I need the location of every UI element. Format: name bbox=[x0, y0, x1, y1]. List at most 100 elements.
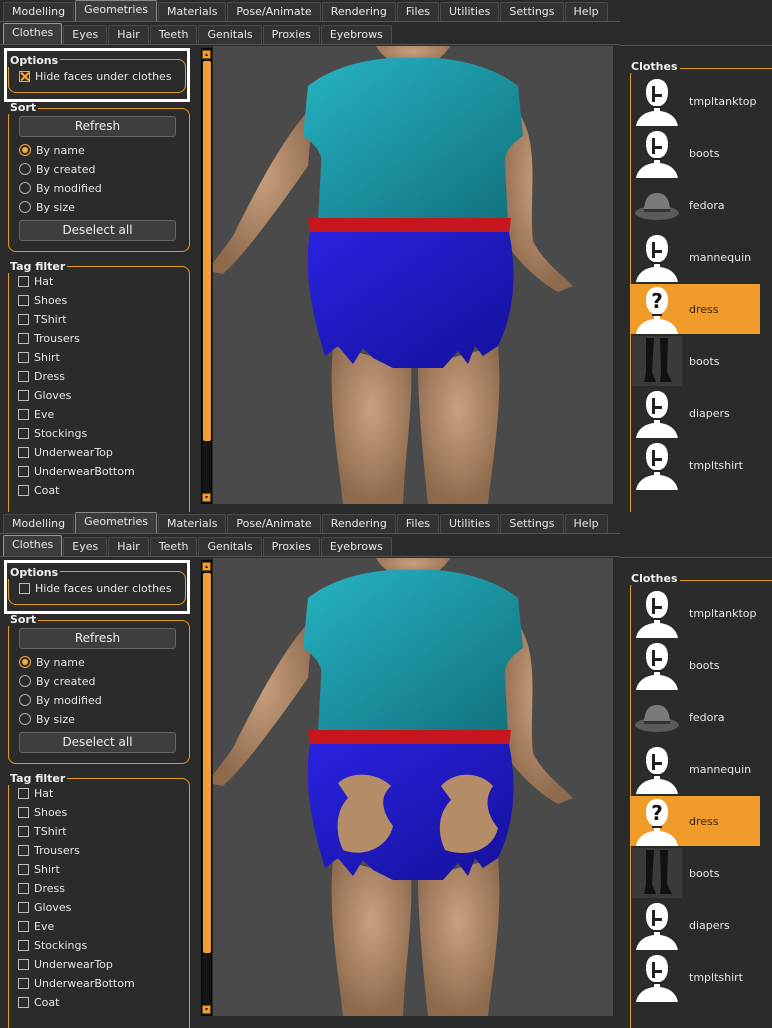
sort-radio-by-modified[interactable]: By modified bbox=[19, 180, 102, 196]
sort-radio-by-created[interactable]: By created bbox=[19, 161, 95, 177]
clothes-title: Clothes bbox=[629, 572, 680, 585]
clothes-item-diapers[interactable]: diapers bbox=[630, 388, 760, 438]
tag-checkbox-shoes[interactable]: Shoes bbox=[18, 804, 67, 820]
hide-faces-checkbox[interactable]: Hide faces under clothes bbox=[19, 580, 172, 596]
sub-tab-clothes[interactable]: Clothes bbox=[3, 23, 63, 44]
sub-tab-genitals[interactable]: Genitals bbox=[198, 537, 262, 556]
tag-checkbox-tshirt[interactable]: TShirt bbox=[18, 823, 67, 839]
tag-checkbox-underweartop[interactable]: UnderwearTop bbox=[18, 956, 113, 972]
tag-checkbox-shirt[interactable]: Shirt bbox=[18, 861, 60, 877]
tag-label: Eve bbox=[34, 919, 55, 933]
tag-checkbox-tshirt[interactable]: TShirt bbox=[18, 311, 67, 327]
clothes-item-boots[interactable]: boots bbox=[630, 336, 760, 386]
deselect-all-button[interactable]: Deselect all bbox=[19, 732, 176, 753]
tag-checkbox-underwearbottom[interactable]: UnderwearBottom bbox=[18, 975, 135, 991]
3d-viewport[interactable] bbox=[213, 558, 613, 1016]
hide-faces-checkbox[interactable]: Hide faces under clothes bbox=[19, 68, 172, 84]
sub-tab-eyes[interactable]: Eyes bbox=[63, 25, 108, 44]
main-tab-modelling[interactable]: Modelling bbox=[3, 514, 75, 533]
tag-checkbox-stockings[interactable]: Stockings bbox=[18, 425, 87, 441]
main-tab-help[interactable]: Help bbox=[564, 2, 608, 21]
tag-checkbox-gloves[interactable]: Gloves bbox=[18, 387, 71, 403]
main-tab-pose-animate[interactable]: Pose/Animate bbox=[227, 2, 321, 21]
clothes-item-tmpltanktop[interactable]: tmpltanktop bbox=[630, 76, 760, 126]
clothes-item-diapers[interactable]: diapers bbox=[630, 900, 760, 950]
tag-checkbox-eve[interactable]: Eve bbox=[18, 918, 54, 934]
main-tab-settings[interactable]: Settings bbox=[500, 514, 564, 533]
main-tab-utilities[interactable]: Utilities bbox=[440, 514, 500, 533]
clothes-item-mannequin[interactable]: mannequin bbox=[630, 232, 760, 282]
clothes-item-dress[interactable]: ? dress bbox=[630, 796, 760, 846]
main-tab-geometries[interactable]: Geometries bbox=[75, 512, 157, 533]
main-tab-rendering[interactable]: Rendering bbox=[321, 514, 396, 533]
scroll-up-icon[interactable]: ▴ bbox=[202, 50, 211, 59]
sub-tab-proxies[interactable]: Proxies bbox=[262, 25, 320, 44]
tag-checkbox-dress[interactable]: Dress bbox=[18, 368, 65, 384]
tag-checkbox-dress[interactable]: Dress bbox=[18, 880, 65, 896]
left-panel-scrollbar[interactable]: ▴ ▾ bbox=[201, 560, 212, 1016]
tag-checkbox-underweartop[interactable]: UnderwearTop bbox=[18, 444, 113, 460]
clothes-item-boots[interactable]: boots bbox=[630, 640, 760, 690]
clothes-item-tmpltshirt[interactable]: tmpltshirt bbox=[630, 952, 760, 1002]
tag-checkbox-underwearbottom[interactable]: UnderwearBottom bbox=[18, 463, 135, 479]
checkbox-icon bbox=[18, 901, 29, 913]
sort-radio-by-size[interactable]: By size bbox=[19, 711, 75, 727]
main-tab-files[interactable]: Files bbox=[396, 514, 439, 533]
sub-tab-eyebrows[interactable]: Eyebrows bbox=[320, 537, 392, 556]
sort-radio-by-name[interactable]: By name bbox=[19, 654, 85, 670]
main-tab-rendering[interactable]: Rendering bbox=[321, 2, 396, 21]
clothes-item-boots[interactable]: boots bbox=[630, 848, 760, 898]
scrollbar-thumb[interactable] bbox=[203, 573, 211, 953]
sort-radio-by-created[interactable]: By created bbox=[19, 673, 95, 689]
tag-checkbox-gloves[interactable]: Gloves bbox=[18, 899, 71, 915]
scrollbar-thumb[interactable] bbox=[203, 61, 211, 441]
main-tab-materials[interactable]: Materials bbox=[158, 514, 227, 533]
clothes-item-fedora[interactable]: fedora bbox=[630, 180, 760, 230]
left-panel-scrollbar[interactable]: ▴ ▾ bbox=[201, 48, 212, 504]
clothes-item-tmpltshirt[interactable]: tmpltshirt bbox=[630, 440, 760, 490]
sub-tab-hair[interactable]: Hair bbox=[108, 25, 149, 44]
main-tab-geometries[interactable]: Geometries bbox=[75, 0, 157, 21]
sub-tab-genitals[interactable]: Genitals bbox=[198, 25, 262, 44]
sub-tab-proxies[interactable]: Proxies bbox=[262, 537, 320, 556]
clothes-item-mannequin[interactable]: mannequin bbox=[630, 744, 760, 794]
main-tab-modelling[interactable]: Modelling bbox=[3, 2, 75, 21]
tag-checkbox-hat[interactable]: Hat bbox=[18, 273, 53, 289]
refresh-button[interactable]: Refresh bbox=[19, 628, 176, 649]
tag-checkbox-hat[interactable]: Hat bbox=[18, 785, 53, 801]
sort-radio-by-name[interactable]: By name bbox=[19, 142, 85, 158]
tag-checkbox-trousers[interactable]: Trousers bbox=[18, 330, 80, 346]
clothes-item-dress[interactable]: ? dress bbox=[630, 284, 760, 334]
sub-tab-eyes[interactable]: Eyes bbox=[63, 537, 108, 556]
main-tab-pose-animate[interactable]: Pose/Animate bbox=[227, 514, 321, 533]
tag-checkbox-stockings[interactable]: Stockings bbox=[18, 937, 87, 953]
sub-tab-teeth[interactable]: Teeth bbox=[149, 25, 198, 44]
refresh-button[interactable]: Refresh bbox=[19, 116, 176, 137]
main-tab-materials[interactable]: Materials bbox=[158, 2, 227, 21]
sub-tab-clothes[interactable]: Clothes bbox=[3, 535, 63, 556]
scroll-down-icon[interactable]: ▾ bbox=[202, 1005, 211, 1014]
sub-tab-teeth[interactable]: Teeth bbox=[149, 537, 198, 556]
checkbox-icon bbox=[18, 408, 29, 420]
deselect-all-button[interactable]: Deselect all bbox=[19, 220, 176, 241]
tag-checkbox-coat[interactable]: Coat bbox=[18, 482, 59, 498]
scroll-down-icon[interactable]: ▾ bbox=[202, 493, 211, 502]
sub-tab-hair[interactable]: Hair bbox=[108, 537, 149, 556]
main-tab-utilities[interactable]: Utilities bbox=[440, 2, 500, 21]
tag-checkbox-trousers[interactable]: Trousers bbox=[18, 842, 80, 858]
tag-checkbox-eve[interactable]: Eve bbox=[18, 406, 54, 422]
main-tab-settings[interactable]: Settings bbox=[500, 2, 564, 21]
clothes-item-tmpltanktop[interactable]: tmpltanktop bbox=[630, 588, 760, 638]
main-tab-help[interactable]: Help bbox=[564, 514, 608, 533]
sort-radio-by-size[interactable]: By size bbox=[19, 199, 75, 215]
sub-tab-eyebrows[interactable]: Eyebrows bbox=[320, 25, 392, 44]
clothes-item-boots[interactable]: boots bbox=[630, 128, 760, 178]
tag-checkbox-coat[interactable]: Coat bbox=[18, 994, 59, 1010]
sort-radio-by-modified[interactable]: By modified bbox=[19, 692, 102, 708]
tag-checkbox-shirt[interactable]: Shirt bbox=[18, 349, 60, 365]
scroll-up-icon[interactable]: ▴ bbox=[202, 562, 211, 571]
tag-checkbox-shoes[interactable]: Shoes bbox=[18, 292, 67, 308]
3d-viewport[interactable] bbox=[213, 46, 613, 504]
clothes-item-fedora[interactable]: fedora bbox=[630, 692, 760, 742]
main-tab-files[interactable]: Files bbox=[396, 2, 439, 21]
